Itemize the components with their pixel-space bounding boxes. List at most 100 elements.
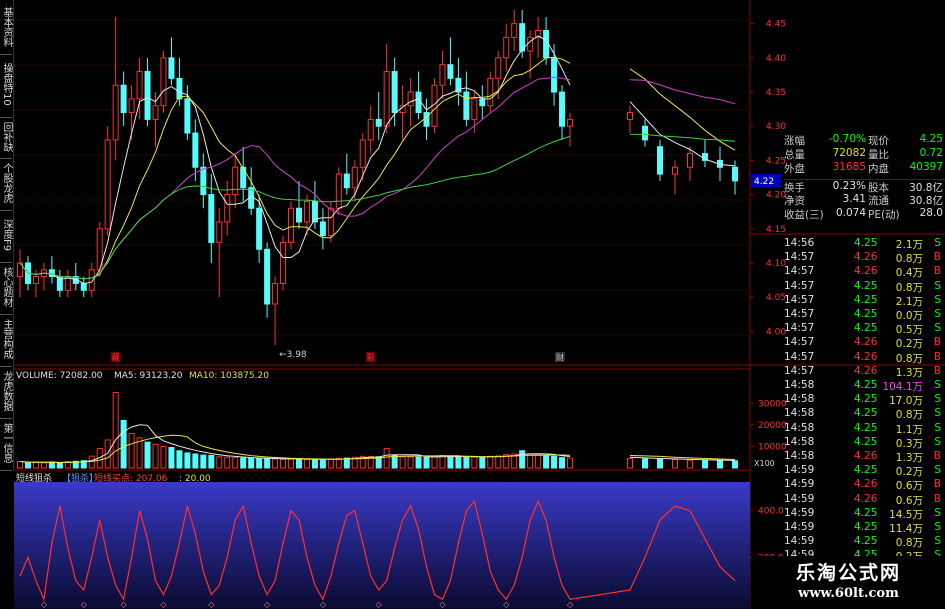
candle-body (367, 118, 374, 141)
trade-price: 4.26 (854, 492, 878, 505)
volume-bar (32, 461, 39, 469)
side-tab-5[interactable]: 核心题材 (0, 260, 12, 315)
trade-price: 4.25 (854, 435, 878, 448)
candle-body (224, 194, 231, 223)
candle-body (447, 64, 454, 79)
candle-body (280, 241, 287, 284)
volume-bar (495, 455, 502, 469)
trade-volume: 1.3万 (895, 452, 923, 464)
side-tab-7[interactable]: 龙虎数据 (0, 364, 12, 419)
volume-bar (423, 456, 430, 469)
trade-time: 14:58 (784, 407, 815, 420)
trade-side: B (933, 336, 941, 349)
candle-body (479, 98, 486, 107)
trade-side: B (933, 265, 941, 278)
candle-body (160, 57, 167, 107)
volume-bar (168, 447, 175, 469)
volume-label: VOLUME: 72082.00 (16, 371, 103, 381)
volume-axis-label: 10000 (758, 442, 787, 452)
side-tab-2[interactable]: 回补缺 (0, 115, 12, 159)
candle-body (471, 98, 478, 120)
quote-label: 总量 (784, 149, 805, 161)
side-tab-8[interactable]: 第一信息 (0, 416, 12, 471)
trade-row: 14:59 4.26 0.6万 B (784, 493, 945, 507)
candle-body (192, 132, 199, 168)
volume-bar (519, 450, 526, 469)
candle-body (216, 221, 223, 243)
trade-row: 14:58 4.25 1.1万 S (784, 422, 945, 436)
candle-body (503, 36, 510, 59)
volume-bar (288, 458, 295, 469)
price-axis-label: 4.40 (766, 54, 786, 64)
candle-body (627, 112, 633, 120)
candle-body (128, 98, 135, 114)
quote-row: 外盘 31685 内盘 40397 (784, 161, 945, 175)
buy-signal-marker: ◇ (264, 600, 271, 609)
quote-value: 0.074 (835, 207, 866, 219)
price-axis-label: 4.30 (766, 122, 786, 132)
volume-bar (248, 457, 255, 469)
trade-side: S (934, 535, 941, 548)
trade-price: 4.26 (854, 364, 878, 377)
side-tab-0[interactable]: 基本资料 (0, 0, 12, 55)
side-tab-3[interactable]: 个股龙虎 (0, 156, 12, 211)
trade-time: 14:58 (784, 450, 815, 462)
trade-volume: 0.2万 (895, 466, 923, 479)
trade-side: S (934, 506, 941, 519)
trade-price: 4.26 (854, 350, 878, 363)
candle-body (120, 84, 127, 114)
volume-bar (311, 459, 318, 469)
trade-side: B (933, 492, 941, 505)
trade-price: 4.25 (854, 521, 878, 533)
trade-price: 4.25 (854, 464, 878, 477)
volume-bar (224, 456, 231, 469)
candle-body (423, 112, 430, 127)
volume-bar (732, 460, 738, 469)
indicator-axis-label: 400.0 (758, 507, 784, 517)
quote-row: 总量 72082 量比 0.72 (784, 147, 945, 161)
volume-bar (399, 456, 406, 469)
trade-volume: 2.1万 (895, 239, 923, 251)
candle-body (672, 166, 678, 175)
trade-row: 14:58 4.25 0.8万 S (784, 407, 945, 421)
volume-bar (232, 457, 239, 469)
volume-bar (627, 458, 633, 469)
side-tab-4[interactable]: 深度F9 (0, 208, 12, 263)
candle-body (32, 276, 39, 284)
quote-value: 28.0 (919, 207, 943, 219)
volume-bar (463, 456, 470, 469)
candle-body (288, 207, 295, 243)
candle-body (519, 23, 526, 52)
event-marker: 藏 (112, 352, 120, 362)
side-tab-1[interactable]: 操盘特10 (0, 52, 12, 118)
trade-volume: 0.8万 (895, 281, 923, 294)
trade-volume: 1.3万 (895, 366, 923, 379)
trade-time: 14:57 (784, 364, 815, 377)
volume-bar (152, 443, 159, 469)
volume-bar (543, 454, 550, 469)
trade-row: 14:57 4.26 0.8万 B (784, 251, 945, 265)
trade-volume: 0.3万 (895, 437, 923, 450)
trade-volume: 0.8万 (895, 253, 923, 266)
trade-time: 14:58 (784, 393, 815, 406)
volume-axis-label: 30000 (758, 399, 787, 409)
trade-time: 14:59 (784, 506, 815, 519)
watermark-title: 乐淘公式网 (795, 562, 901, 584)
buy-signal-marker: ◇ (567, 600, 574, 609)
quote-value: -0.70% (828, 133, 866, 145)
trade-row: 14:57 4.25 0.8万 S (784, 280, 945, 294)
volume-bar (455, 456, 462, 469)
volume-bar (17, 461, 23, 469)
candle-body (732, 166, 738, 182)
volume-bar (559, 457, 566, 469)
trade-side: S (934, 308, 941, 320)
trade-time: 14:59 (784, 464, 815, 477)
side-tab-6[interactable]: 主营构成 (0, 312, 12, 367)
trade-volume: 14.5万 (889, 508, 923, 521)
candle-body (232, 166, 239, 196)
volume-bar (439, 454, 446, 469)
trade-side: S (934, 435, 941, 448)
trade-side: S (934, 322, 941, 335)
trade-volume: 0.4万 (895, 267, 923, 280)
trade-price: 4.25 (854, 379, 878, 391)
